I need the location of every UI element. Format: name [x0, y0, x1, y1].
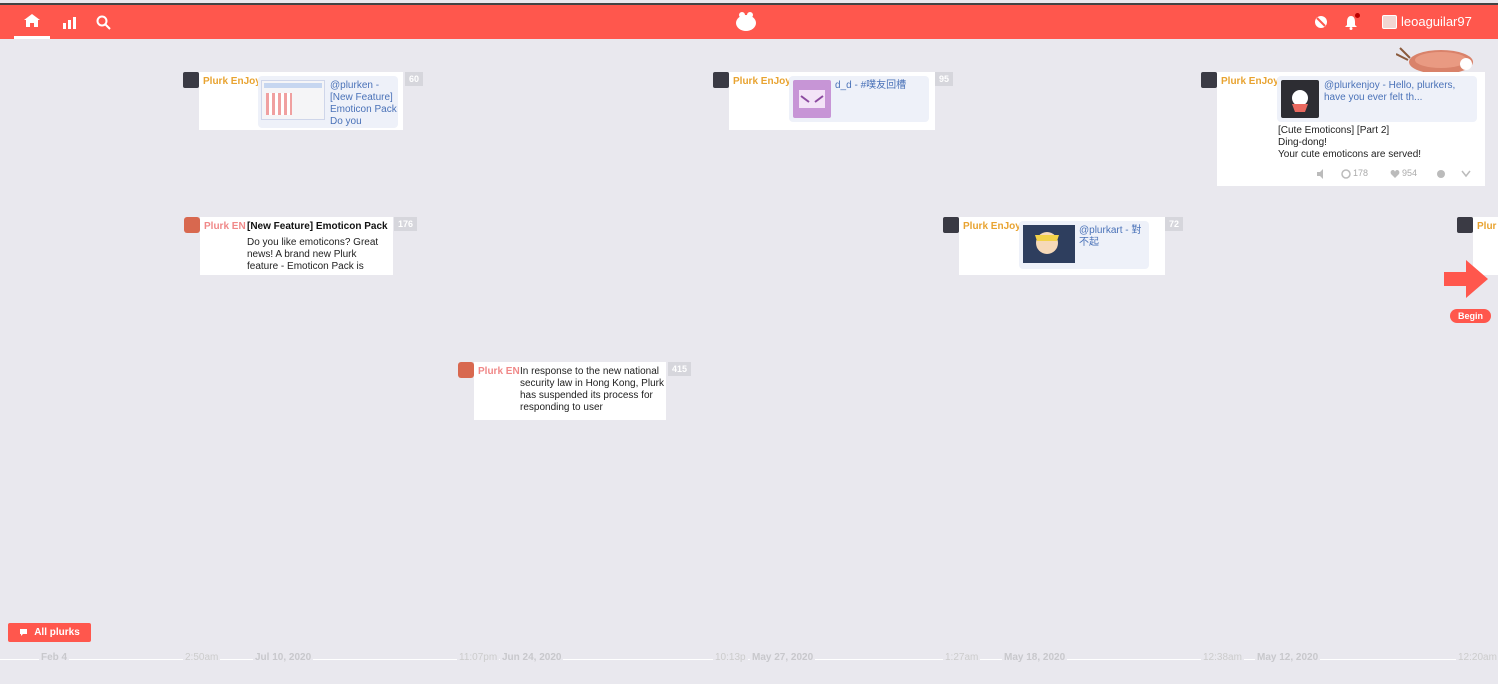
plurk-link-text[interactable]: d_d - #噗友回槽: [835, 80, 925, 92]
response-count[interactable]: 95: [935, 72, 954, 86]
link-thumbnail: [1023, 225, 1075, 263]
art-thumbnail-icon: [1023, 225, 1075, 263]
response-count[interactable]: 176: [394, 217, 418, 231]
plurk-logo[interactable]: [734, 11, 758, 33]
avatar[interactable]: [1201, 72, 1217, 88]
stats-icon: [63, 17, 76, 29]
chevron-down-icon[interactable]: [1461, 170, 1471, 178]
avatar[interactable]: [713, 72, 729, 88]
plurk-item[interactable]: Plurk EnJoy @plurken - [New Feature] Emo…: [183, 72, 424, 132]
emoticon-icon: [799, 90, 825, 108]
username: leoaguilar97: [1401, 14, 1472, 29]
user-menu[interactable]: leoaguilar97: [1382, 14, 1472, 29]
top-bar: leoaguilar97: [0, 3, 1498, 39]
plurk-text: Do you like emoticons? Great news! A bra…: [247, 237, 379, 272]
response-count[interactable]: 72: [1165, 217, 1184, 231]
plurk-title: [New Feature] Emoticon Pack: [247, 221, 388, 232]
plurk-author[interactable]: Plurk EnJoy: [1221, 76, 1279, 87]
plurk-text-line: [Cute Emoticons] [Part 2]: [1278, 125, 1390, 136]
block-icon[interactable]: [1436, 169, 1446, 179]
plurk-author[interactable]: Plurk EN: [204, 221, 246, 232]
notifications-button[interactable]: [1336, 5, 1366, 39]
plurk-link-text[interactable]: @plurkart - 對不起: [1079, 225, 1145, 249]
all-plurks-label: All plurks: [34, 627, 80, 638]
all-plurks-button[interactable]: All plurks: [8, 623, 91, 642]
notification-dot: [1355, 12, 1360, 18]
plurk-item-expanded[interactable]: Plurk EnJoy @plurkenjoy - Hello, plurker…: [1201, 72, 1485, 188]
timeline-tick: 12:20am: [1456, 652, 1498, 663]
home-icon: [24, 14, 40, 27]
plurk-author[interactable]: Plurk EN: [478, 366, 520, 377]
arrow-right-icon: [1444, 260, 1488, 298]
timeline-tick: Feb 4: [39, 652, 70, 663]
replurk-count: 178: [1353, 168, 1369, 178]
avatar[interactable]: [183, 72, 199, 88]
search-button[interactable]: [88, 5, 118, 39]
timeline-tick: Jun 24, 2020: [500, 652, 564, 663]
like-count: 954: [1402, 168, 1418, 178]
link-thumbnail: [261, 80, 325, 120]
user-avatar: [1382, 14, 1397, 29]
plurk-text-line: Your cute emoticons are served!: [1278, 149, 1422, 160]
plurk-item[interactable]: Plurk EN In response to the new national…: [458, 362, 692, 422]
plurk-item[interactable]: Plurk EN [New Feature] Emoticon Pack Do …: [184, 217, 418, 277]
plurk-text-line: Ding-dong!: [1278, 137, 1327, 148]
plurk-author[interactable]: Plur: [1477, 221, 1496, 232]
response-count[interactable]: 415: [668, 362, 692, 376]
plurk-author[interactable]: Plurk EnJoy: [203, 76, 261, 87]
search-icon: [96, 15, 111, 30]
chat-icon: [20, 629, 28, 636]
timeline-tick: 1:27am: [943, 652, 981, 663]
plurk-link-text[interactable]: @plurken - [New Feature] Emoticon Pack D…: [330, 80, 400, 128]
replurk-icon[interactable]: [1341, 169, 1351, 179]
timeline-tick: Jul 10, 2020: [253, 652, 314, 663]
mute-icon[interactable]: [1316, 169, 1326, 179]
mascot-icon: [1292, 90, 1308, 112]
timeline-tick: 11:07pm: [457, 652, 500, 663]
timeline-tick: May 18, 2020: [1002, 652, 1068, 663]
plurk-logo-icon: [736, 12, 756, 31]
next-arrow[interactable]: [1444, 258, 1490, 300]
timeline-tick: 12:38am: [1201, 652, 1244, 663]
link-thumbnail: [793, 80, 831, 118]
avatar[interactable]: [184, 217, 200, 233]
link-thumbnail: [1281, 80, 1319, 118]
timeline-tick: 2:50am: [183, 652, 221, 663]
timeline-tick: May 12, 2020: [1255, 652, 1321, 663]
response-count[interactable]: 60: [405, 72, 424, 86]
avatar[interactable]: [1457, 217, 1473, 233]
plurk-author[interactable]: Plurk EnJoy: [733, 76, 791, 87]
plurk-item[interactable]: Plurk EnJoy @plurkart - 對不起 72: [943, 217, 1184, 277]
plurk-link-text[interactable]: @plurkenjoy - Hello, plurkers, have you …: [1324, 80, 1472, 104]
plurk-actions: 178 954: [1316, 168, 1476, 180]
plurk-author[interactable]: Plurk EnJoy: [963, 221, 1021, 232]
stats-button[interactable]: [55, 5, 85, 39]
timeline-tick: 10:13p: [713, 652, 748, 663]
home-button[interactable]: [14, 5, 50, 39]
emoticon-button[interactable]: [1306, 5, 1336, 39]
avatar[interactable]: [943, 217, 959, 233]
block-icon: [1315, 16, 1327, 28]
avatar[interactable]: [458, 362, 474, 378]
plurk-text: In response to the new national security…: [520, 366, 664, 413]
plurk-item[interactable]: Plurk EnJoy d_d - #噗友回槽 95: [713, 72, 955, 132]
timeline-tick: May 27, 2020: [750, 652, 816, 663]
heart-icon[interactable]: [1390, 169, 1400, 179]
begin-button[interactable]: Begin: [1450, 309, 1492, 323]
